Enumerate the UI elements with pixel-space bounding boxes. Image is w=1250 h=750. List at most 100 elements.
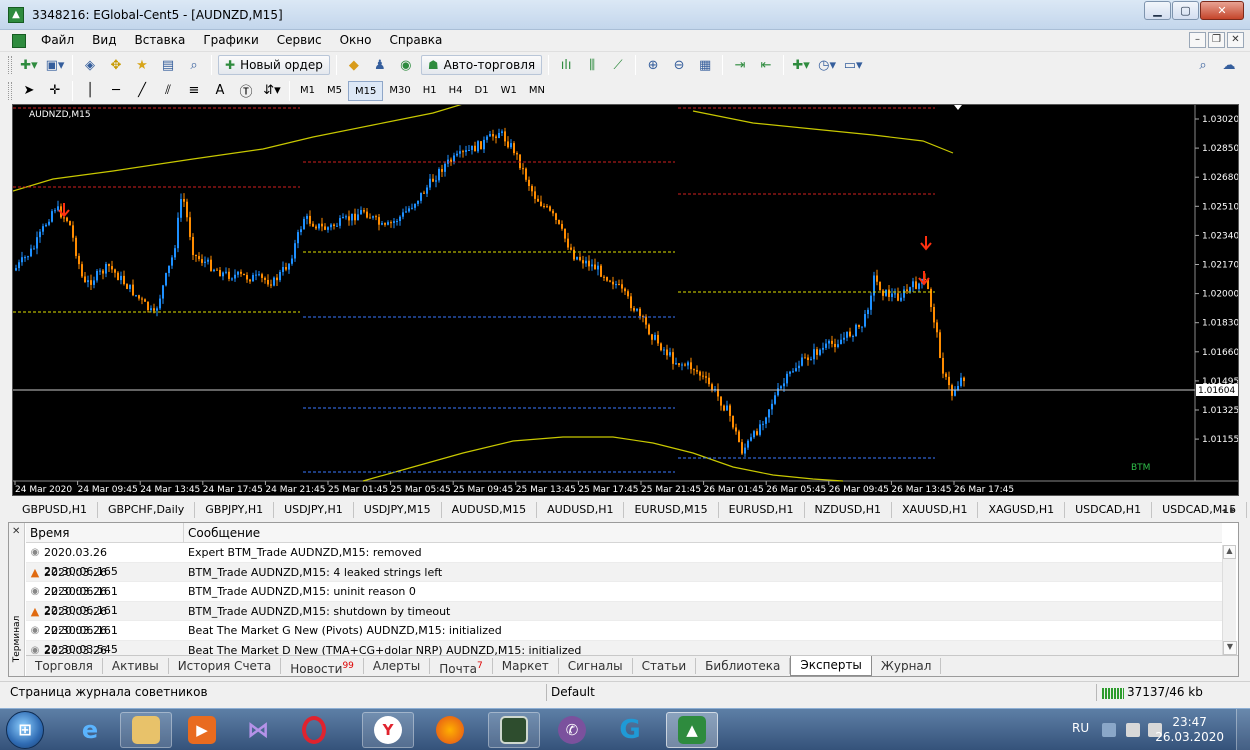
indicators-icon[interactable]: ✚▾ (790, 55, 812, 75)
terminal-tab[interactable]: Алерты (364, 658, 431, 674)
price-chart[interactable]: 1.03020 1.02850 1.02680 1.02510 1.02340 1.021… (12, 104, 1239, 496)
timeframe-w1[interactable]: W1 (495, 81, 523, 101)
scroll-down-icon[interactable]: ▼ (1223, 641, 1237, 655)
terminal-icon[interactable]: ▤ (157, 55, 179, 75)
periods-icon[interactable]: ◷▾ (816, 55, 838, 75)
templates-icon[interactable]: ▭▾ (842, 55, 864, 75)
taskbar-explorer[interactable] (120, 712, 172, 748)
taskbar-yandex[interactable]: Y (362, 712, 414, 748)
strategy-tester-icon[interactable]: ⌕ (183, 55, 205, 75)
log-scrollbar[interactable]: ▲ ▼ (1222, 545, 1237, 655)
minimize-button[interactable]: ▁ (1144, 1, 1171, 20)
menu-insert[interactable]: Вставка (125, 30, 194, 51)
equidistant-channel-icon[interactable]: ⫽ (157, 81, 179, 101)
chart-tab[interactable]: EURUSD,M15 (624, 502, 719, 518)
timeframe-m15[interactable]: M15 (348, 80, 384, 101)
terminal-tab[interactable]: Журнал (872, 658, 942, 674)
taskbar-ie[interactable]: e (64, 712, 116, 748)
chart-tabs-scroll[interactable]: ◂ ▸ (1222, 505, 1235, 516)
taskbar-opera[interactable] (288, 712, 340, 748)
maximize-button[interactable]: ▢ (1172, 1, 1199, 20)
fibonacci-icon[interactable]: ≡ (183, 81, 205, 101)
start-button[interactable]: ⊞ (6, 711, 44, 749)
chart-tab[interactable]: AUDUSD,M15 (442, 502, 538, 518)
chart-tab[interactable]: GBPJPY,H1 (195, 502, 275, 518)
market-watch-icon[interactable]: ◈ (79, 55, 101, 75)
line-chart-icon[interactable]: ⟋ (607, 55, 629, 75)
terminal-tab[interactable]: Почта7 (430, 658, 493, 676)
mdi-close-button[interactable]: ✕ (1227, 32, 1244, 48)
bar-chart-icon[interactable]: ılı (555, 55, 577, 75)
horizontal-line-icon[interactable]: ─ (105, 81, 127, 101)
arrows-icon[interactable]: ⇵▾ (261, 81, 283, 101)
log-row[interactable]: ▲ 2020.03.26 22:30:06.161 BTM_Trade AUDNZD… (26, 562, 1222, 598)
mql-community-icon[interactable]: ♟ (369, 55, 391, 75)
log-row[interactable]: ◉ 2020.03.26 22:30:06.165 Expert BTM_Trade… (26, 543, 1222, 578)
chart-tab[interactable]: AUDUSD,H1 (537, 502, 625, 518)
show-desktop-button[interactable] (1236, 709, 1250, 750)
mdi-restore-button[interactable]: ❐ (1208, 32, 1225, 48)
terminal-close-icon[interactable]: ✕ (12, 526, 20, 537)
toolbar-grip[interactable] (8, 56, 12, 74)
menu-window[interactable]: Окно (331, 30, 381, 51)
toolbar-grip[interactable] (8, 81, 12, 100)
close-button[interactable]: ✕ (1200, 1, 1244, 20)
timeframe-m30[interactable]: M30 (383, 81, 416, 101)
clock[interactable]: 23:47 26.03.2020 (1155, 715, 1224, 745)
chart-doc-icon[interactable] (12, 33, 26, 48)
metaeditor-icon[interactable]: ◆ (343, 55, 365, 75)
taskbar-monitor[interactable] (488, 712, 540, 748)
search-icon[interactable]: ⌕ (1192, 55, 1214, 75)
text-label-icon[interactable]: Ⓣ (235, 81, 257, 101)
log-row[interactable]: ◉ 2020.03.26 22:30:03.545 Beat The Market … (26, 621, 1222, 656)
zoom-in-icon[interactable]: ⊕ (642, 55, 664, 75)
terminal-tab[interactable]: Новости99 (281, 658, 364, 676)
menu-help[interactable]: Справка (381, 30, 452, 51)
chart-tab[interactable]: XAUUSD,H1 (892, 502, 979, 518)
timeframe-h1[interactable]: H1 (417, 81, 443, 101)
terminal-tab[interactable]: Эксперты (790, 656, 872, 676)
profiles-icon[interactable]: ▣▾ (44, 55, 66, 75)
column-message[interactable]: Сообщение (184, 523, 260, 542)
trendline-icon[interactable]: ╱ (131, 81, 153, 101)
menu-file[interactable]: Файл (32, 30, 83, 51)
taskbar-g-app[interactable]: G (604, 712, 656, 748)
scroll-up-icon[interactable]: ▲ (1223, 545, 1236, 559)
navigator-icon[interactable]: ★ (131, 55, 153, 75)
log-row[interactable]: ▲ 2020.03.26 22:30:06.161 BTM_Trade AUDNZD… (26, 601, 1222, 637)
zoom-out-icon[interactable]: ⊖ (668, 55, 690, 75)
taskbar-firefox[interactable] (424, 712, 476, 748)
signal-icon[interactable]: ◉ (395, 55, 417, 75)
network-icon[interactable] (1126, 723, 1140, 737)
language-indicator[interactable]: RU (1072, 721, 1089, 735)
menu-view[interactable]: Вид (83, 30, 125, 51)
data-window-icon[interactable]: ✥ (105, 55, 127, 75)
terminal-tab[interactable]: Статьи (633, 658, 697, 674)
taskbar-media[interactable]: ▶ (176, 712, 228, 748)
autotrading-button[interactable]: ☗ Авто-торговля (420, 55, 543, 75)
cursor-icon[interactable]: ➤ (18, 81, 40, 101)
tray-expand-icon[interactable] (1102, 723, 1116, 737)
timeframe-m1[interactable]: M1 (294, 81, 321, 101)
timeframe-d1[interactable]: D1 (469, 81, 495, 101)
terminal-tab[interactable]: Библиотека (696, 658, 791, 674)
terminal-tab[interactable]: Сигналы (559, 658, 633, 674)
taskbar-visualstudio[interactable]: ⋈ (232, 712, 284, 748)
chart-canvas[interactable]: 1.03020 1.02850 1.02680 1.02510 1.02340 1.021… (13, 105, 1238, 495)
log-row[interactable]: ◉ 2020.03.26 22:30:06.161 BTM_Trade AUDNZD… (26, 582, 1222, 617)
menu-charts[interactable]: Графики (194, 30, 267, 51)
chart-tab[interactable]: NZDUSD,H1 (805, 502, 893, 518)
terminal-tab[interactable]: Торговля (26, 658, 103, 674)
terminal-tab[interactable]: Активы (103, 658, 169, 674)
timeframe-m5[interactable]: M5 (321, 81, 348, 101)
crosshair-icon[interactable]: ✛ (44, 81, 66, 101)
chart-tab[interactable]: XAGUSD,H1 (978, 502, 1066, 518)
column-time[interactable]: Время (26, 523, 184, 542)
new-order-button[interactable]: ✚ Новый ордер (218, 55, 330, 75)
chat-icon[interactable]: ☁ (1218, 55, 1240, 75)
mdi-minimize-button[interactable]: – (1189, 32, 1206, 48)
terminal-tab[interactable]: История Счета (169, 658, 282, 674)
vertical-line-icon[interactable]: │ (79, 81, 101, 101)
chart-shift-icon[interactable]: ⇥ (729, 55, 751, 75)
chart-tab[interactable]: EURUSD,H1 (719, 502, 805, 518)
